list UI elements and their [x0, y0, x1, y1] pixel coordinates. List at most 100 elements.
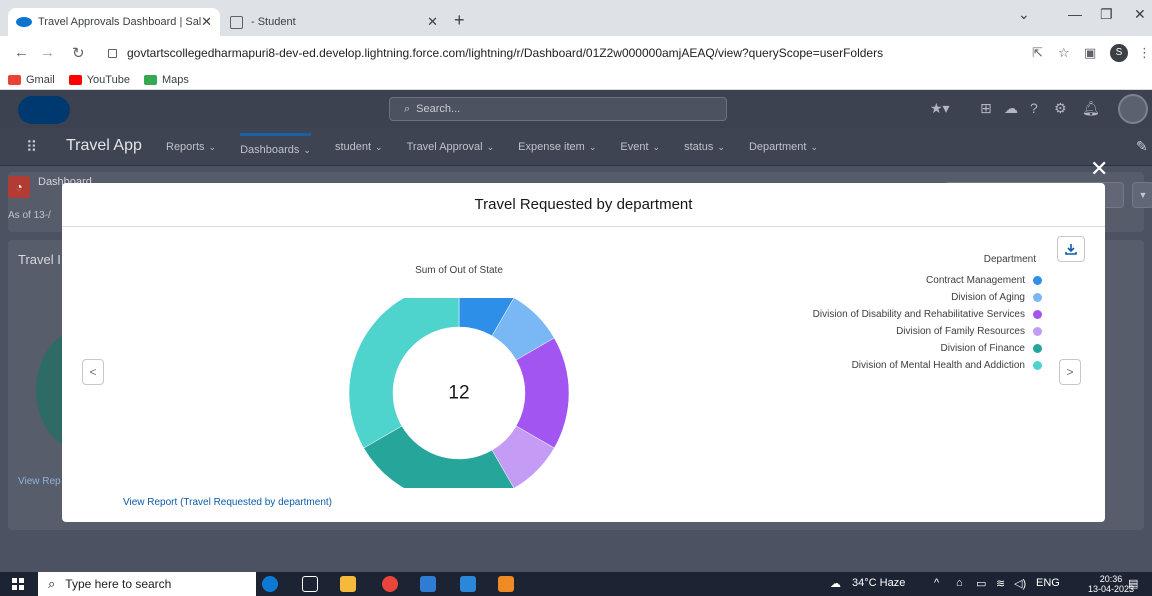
component-title: Travel I	[18, 252, 61, 267]
browser-tab-student[interactable]: - Student ✕	[222, 8, 446, 36]
url-field[interactable]: govtartscollegedharmapuri8-dev-ed.develo…	[108, 40, 1008, 66]
nav-item-event[interactable]: Event ⌄	[620, 141, 660, 153]
language-indicator[interactable]: ENG	[1036, 577, 1060, 589]
nav-item-student[interactable]: student ⌄	[335, 141, 383, 153]
menu-kebab-icon[interactable]: ⋮	[1138, 45, 1151, 61]
legend-label: Contract Management	[926, 275, 1025, 286]
global-search-input[interactable]: ⌕ Search...	[389, 97, 727, 121]
chart-legend: Contract Management Division of Aging Divi…	[762, 272, 1042, 374]
bookmark-label: Maps	[161, 73, 189, 86]
browser-tab-dashboard[interactable]: Travel Approvals Dashboard | Sal ✕	[8, 8, 220, 36]
minimize-icon[interactable]: —	[1068, 6, 1082, 22]
vlc-icon[interactable]	[498, 576, 514, 592]
network-icon[interactable]: ⌂	[956, 577, 963, 589]
global-actions-icon[interactable]: ⊞	[980, 100, 992, 117]
search-icon: ⌕	[48, 576, 56, 591]
forward-icon[interactable]: →	[40, 44, 55, 61]
donut-slice-5[interactable]	[348, 298, 460, 449]
nav-item-department[interactable]: Department ⌄	[749, 141, 818, 153]
legend-item-4[interactable]: Division of Finance	[762, 340, 1042, 357]
store-icon[interactable]	[420, 576, 436, 592]
reload-icon[interactable]: ↻	[72, 44, 85, 62]
legend-swatch	[1033, 327, 1042, 336]
nav-item-dashboards[interactable]: Dashboards ⌄	[240, 132, 311, 156]
tab-title: Travel Approvals Dashboard | Sal	[38, 16, 202, 28]
view-report-link[interactable]: View Report (Travel Requested by departm…	[123, 497, 332, 508]
back-icon[interactable]: ←	[14, 44, 29, 61]
bing-icon[interactable]	[262, 576, 278, 592]
taskbar-search-box[interactable]: ⌕ Type here to search	[38, 572, 256, 596]
windows-start-icon[interactable]	[12, 578, 24, 590]
legend-item-0[interactable]: Contract Management	[762, 272, 1042, 289]
file-explorer-icon[interactable]	[340, 576, 356, 592]
profile-avatar[interactable]: S	[1110, 44, 1128, 62]
close-modal-icon[interactable]: ✕	[1090, 158, 1108, 180]
nav-item-travel-approval[interactable]: Travel Approval ⌄	[407, 141, 495, 153]
close-window-icon[interactable]: ✕	[1134, 6, 1146, 23]
favorites-icon[interactable]: ★▾	[930, 100, 950, 117]
donut-center-value: 12	[448, 383, 469, 404]
chrome-icon[interactable]	[382, 576, 398, 592]
notifications-bell-icon[interactable]: 🔔︎	[1082, 100, 1100, 117]
as-of-timestamp: As of 13-/	[8, 210, 51, 221]
youtube-icon	[68, 74, 82, 85]
tab-title: - Student	[251, 16, 296, 28]
download-button[interactable]	[1057, 236, 1085, 262]
close-tab-icon[interactable]: ✕	[427, 14, 438, 30]
page-favicon-icon	[230, 15, 243, 29]
close-tab-icon[interactable]: ✕	[201, 14, 212, 30]
tab-search-chevron-icon[interactable]: ⌄	[1018, 6, 1030, 23]
notification-center-icon[interactable]: ▤	[1128, 577, 1138, 590]
weather-icon: ☁	[830, 578, 841, 590]
bookmark-youtube[interactable]: YouTube	[68, 74, 130, 86]
share-icon[interactable]: ⇱	[1032, 45, 1043, 61]
modal-header: Travel Requested by department	[62, 183, 1105, 227]
nav-item-status[interactable]: status ⌄	[684, 141, 725, 153]
task-view-icon[interactable]	[302, 576, 318, 592]
bookmarks-bar: Gmail YouTube Maps	[0, 70, 1152, 90]
weather-text[interactable]: 34°C Haze	[852, 577, 905, 589]
help-icon[interactable]: ?	[1030, 100, 1038, 116]
user-avatar[interactable]	[1118, 94, 1148, 124]
donut-slice-4[interactable]	[363, 425, 515, 488]
modal-title: Travel Requested by department	[474, 196, 693, 213]
mail-icon[interactable]	[460, 576, 476, 592]
setup-gear-icon[interactable]: ⚙	[1054, 100, 1067, 117]
salesforce-nav: ⠿ Travel App Reports ⌄ Dashboards ⌄ studen…	[0, 128, 1152, 166]
legend-item-2[interactable]: Division of Disability and Rehabilitativ…	[762, 306, 1042, 323]
chevron-down-icon: ⌄	[208, 142, 217, 152]
legend-swatch	[1033, 276, 1042, 285]
windows-taskbar: ⌕ Type here to search ☁ 34°C Haze ^ ⌂ ▭ …	[0, 572, 1152, 596]
volume-icon[interactable]: ◁)	[1014, 577, 1026, 590]
new-tab-icon[interactable]: +	[454, 10, 465, 31]
nav-item-reports[interactable]: Reports ⌄	[166, 141, 216, 153]
legend-swatch	[1033, 310, 1042, 319]
bookmark-maps[interactable]: Maps	[143, 73, 189, 86]
bookmark-star-icon[interactable]: ☆	[1058, 45, 1070, 61]
legend-label: Division of Mental Health and Addiction	[851, 360, 1025, 371]
search-placeholder: Search...	[416, 103, 461, 115]
chevron-down-icon: ⌄	[810, 142, 818, 152]
legend-swatch	[1033, 293, 1042, 302]
component-view-report-link[interactable]: View Rep	[18, 476, 61, 487]
nav-item-expense-item[interactable]: Expense item ⌄	[518, 141, 596, 153]
app-launcher-icon[interactable]: ⠿	[26, 138, 38, 156]
previous-chart-button[interactable]: <	[82, 359, 104, 385]
dashboard-actions-dropdown[interactable]: ▼	[1132, 182, 1152, 208]
next-chart-button[interactable]: >	[1059, 359, 1081, 385]
edit-pencil-icon[interactable]: ✎	[1136, 138, 1148, 155]
salesforce-header: ⌕ Search... ★▾ ⊞ ☁ ? ⚙ 🔔︎	[0, 90, 1152, 128]
app-name: Travel App	[66, 137, 142, 154]
wifi-icon[interactable]: ≋	[996, 577, 1005, 590]
restore-icon[interactable]: ❐	[1100, 6, 1113, 23]
legend-item-5[interactable]: Division of Mental Health and Addiction	[762, 357, 1042, 374]
battery-icon[interactable]: ▭	[976, 577, 986, 590]
trailhead-icon[interactable]: ☁	[1004, 100, 1018, 117]
legend-item-1[interactable]: Division of Aging	[762, 289, 1042, 306]
legend-item-3[interactable]: Division of Family Resources	[762, 323, 1042, 340]
bookmark-gmail[interactable]: Gmail	[8, 74, 55, 86]
side-panel-icon[interactable]: ▣	[1084, 45, 1096, 61]
tray-chevron-icon[interactable]: ^	[934, 577, 939, 589]
salesforce-logo-icon[interactable]	[18, 96, 70, 124]
url-text: govtartscollegedharmapuri8-dev-ed.develo…	[127, 46, 884, 60]
